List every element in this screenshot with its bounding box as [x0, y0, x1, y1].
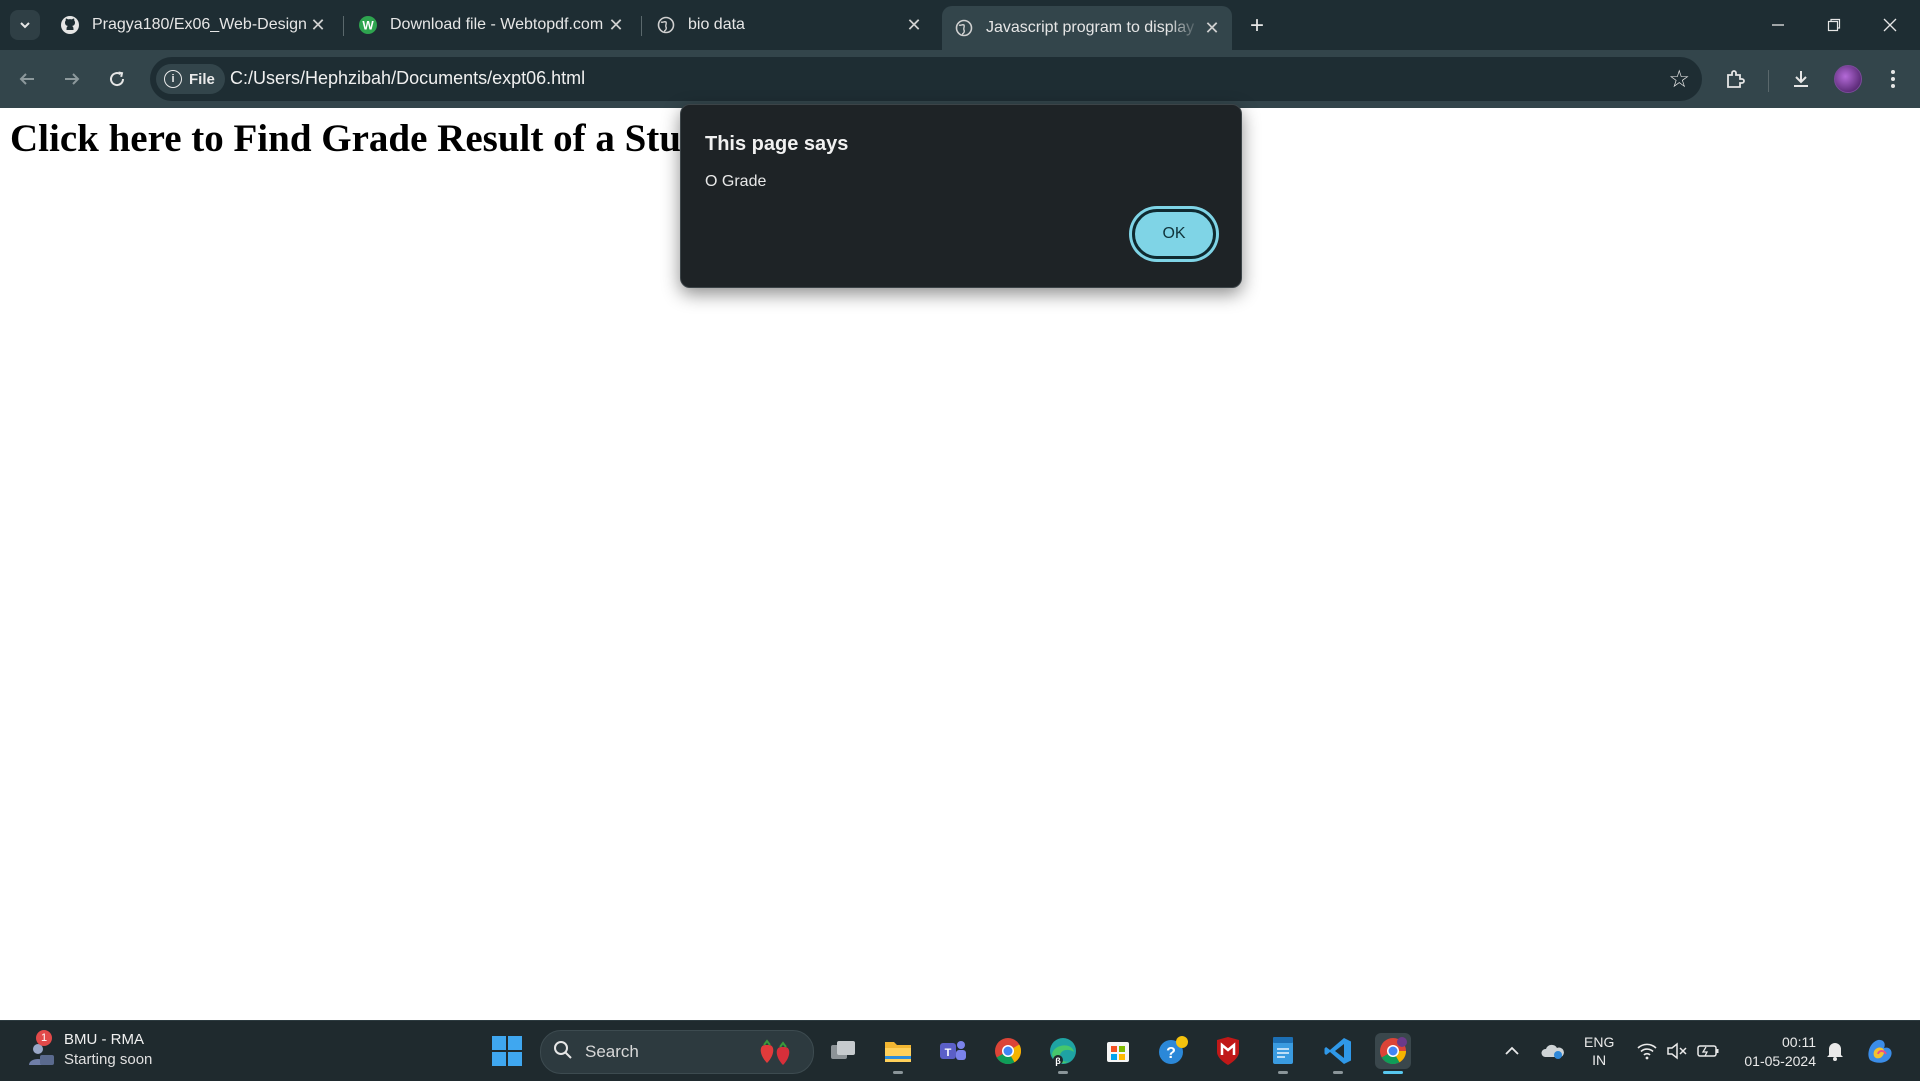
profile-avatar[interactable]: [1834, 65, 1862, 93]
clock-time: 00:11: [1782, 1034, 1816, 1050]
close-window-icon[interactable]: [1870, 8, 1910, 42]
tab-bio-data[interactable]: bio data ✕: [644, 6, 934, 44]
address-bar[interactable]: i File C:/Users/Hephzibah/Documents/expt…: [150, 57, 1702, 101]
clock-date: 01-05-2024: [1744, 1053, 1816, 1069]
minimize-icon[interactable]: [1758, 8, 1798, 42]
new-tab-button[interactable]: +: [1243, 12, 1271, 40]
restore-icon[interactable]: [1814, 8, 1854, 42]
chrome-active-icon[interactable]: [1375, 1033, 1411, 1074]
tab-title: bio data: [688, 16, 745, 33]
region-code: IN: [1592, 1052, 1607, 1068]
windows-start-icon[interactable]: [491, 1035, 523, 1067]
webtopdf-icon: W: [358, 15, 378, 35]
teams-icon[interactable]: T: [935, 1033, 971, 1069]
language-code: ENG: [1584, 1034, 1615, 1050]
alert-dialog: This page says O Grade OK: [680, 104, 1242, 288]
svg-text:β: β: [1055, 1056, 1061, 1066]
svg-text:T: T: [945, 1047, 952, 1059]
widget-subtitle[interactable]: Starting soon: [64, 1051, 152, 1068]
tab-title: Download file - Webtopdf.com: [390, 16, 604, 33]
notepad-icon[interactable]: [1265, 1033, 1301, 1074]
url-text[interactable]: C:/Users/Hephzibah/Documents/expt06.html: [230, 68, 585, 89]
chevron-down-icon: [20, 22, 30, 29]
copilot-icon[interactable]: [1862, 1021, 1898, 1081]
info-icon: i: [164, 70, 182, 88]
ok-button[interactable]: OK: [1132, 209, 1216, 259]
site-info-chip[interactable]: i File: [156, 64, 225, 94]
tab-title: Pragya180/Ex06_Web-Design: [92, 16, 306, 33]
svg-text:W: W: [362, 19, 374, 33]
svg-text:?: ?: [1166, 1045, 1176, 1062]
extensions-icon[interactable]: [1718, 62, 1752, 96]
get-help-icon[interactable]: ?: [1155, 1033, 1191, 1069]
running-indicator: [1333, 1071, 1343, 1074]
browser-toolbar: i File C:/Users/Hephzibah/Documents/expt…: [0, 50, 1920, 108]
running-indicator: [1278, 1071, 1288, 1074]
running-indicator: [893, 1071, 903, 1074]
download-icon[interactable]: [1784, 62, 1818, 96]
chevron-up-icon[interactable]: [1500, 1021, 1524, 1081]
task-view-icon[interactable]: [825, 1033, 861, 1069]
globe-icon: [954, 18, 974, 38]
strawberry-icon: [757, 1037, 801, 1073]
back-arrow-icon[interactable]: [10, 62, 44, 96]
language-indicator[interactable]: ENG IN: [1584, 1033, 1614, 1069]
running-indicator: [1058, 1071, 1068, 1074]
menu-kebab-icon[interactable]: [1876, 62, 1910, 96]
bookmark-star-icon[interactable]: ☆: [1668, 65, 1690, 94]
globe-icon: [656, 15, 676, 35]
forward-arrow-icon[interactable]: [55, 62, 89, 96]
vscode-icon[interactable]: [1320, 1033, 1356, 1074]
notification-badge: 1: [36, 1030, 52, 1046]
tab-close-icon[interactable]: ✕: [306, 13, 330, 37]
search-placeholder: Search: [585, 1042, 639, 1061]
edge-beta-icon[interactable]: β: [1045, 1033, 1081, 1074]
tab-javascript-program[interactable]: Javascript program to display re ✕: [942, 6, 1232, 50]
dialog-title: This page says: [705, 133, 849, 155]
battery-icon[interactable]: [1694, 1021, 1722, 1081]
system-clock[interactable]: 00:11 01-05-2024: [1736, 1033, 1816, 1071]
taskbar: 1 BMU - RMA Starting soon Search T β ? E…: [0, 1020, 1920, 1081]
mcafee-icon[interactable]: [1210, 1033, 1246, 1069]
reload-icon[interactable]: [100, 62, 134, 96]
toolbar-divider: [1768, 70, 1769, 92]
tab-strip: Pragya180/Ex06_Web-Design ✕ W Download f…: [0, 0, 1920, 50]
tab-close-icon[interactable]: ✕: [1200, 16, 1224, 40]
github-icon: [60, 15, 80, 35]
tab-title: Javascript program to display re: [986, 19, 1200, 36]
taskbar-search-box[interactable]: Search: [540, 1030, 814, 1074]
page-heading-link[interactable]: Click here to Find Grade Result of a Stu…: [10, 116, 755, 161]
chrome-icon[interactable]: [990, 1033, 1026, 1069]
tab-divider: [641, 16, 642, 36]
site-info-label: File: [189, 70, 215, 88]
notification-bell-icon[interactable]: [1822, 1021, 1848, 1081]
file-explorer-icon[interactable]: [880, 1033, 916, 1074]
volume-muted-icon[interactable]: [1664, 1021, 1690, 1081]
widgets-icon[interactable]: 1: [22, 1030, 62, 1071]
tab-github[interactable]: Pragya180/Ex06_Web-Design ✕: [48, 6, 338, 44]
tab-webtopdf[interactable]: W Download file - Webtopdf.com ✕: [346, 6, 636, 44]
running-indicator: [1383, 1071, 1403, 1074]
tab-close-icon[interactable]: ✕: [604, 13, 628, 37]
microsoft-store-icon[interactable]: [1100, 1033, 1136, 1069]
tab-divider: [343, 16, 344, 36]
search-icon: [553, 1040, 573, 1066]
onedrive-icon[interactable]: [1538, 1021, 1568, 1081]
tab-search-button[interactable]: [10, 10, 40, 40]
widget-title[interactable]: BMU - RMA: [64, 1031, 144, 1048]
wifi-icon[interactable]: [1634, 1021, 1660, 1081]
tab-close-icon[interactable]: ✕: [902, 13, 926, 37]
dialog-message: O Grade: [705, 173, 767, 190]
